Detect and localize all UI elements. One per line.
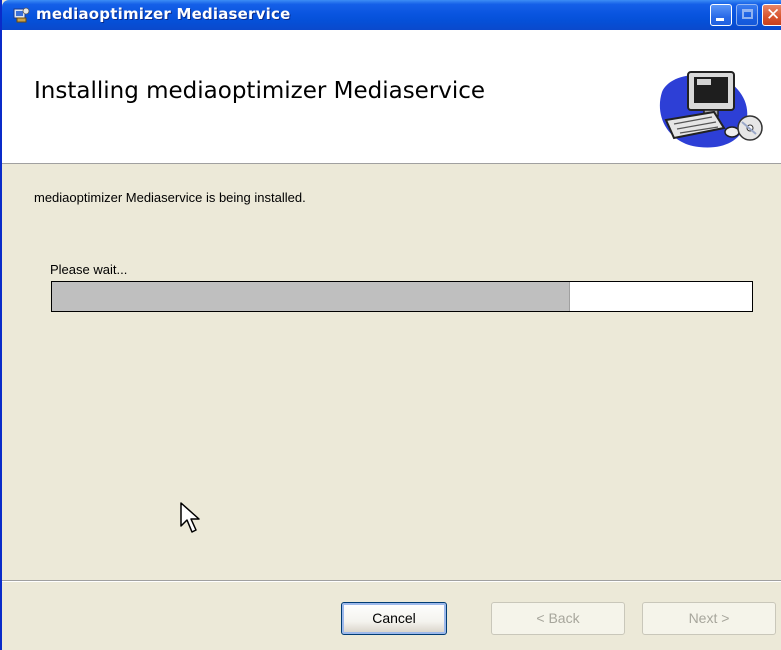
mouse-pointer-icon bbox=[180, 502, 200, 533]
please-wait-label: Please wait... bbox=[50, 262, 128, 277]
computer-installer-icon bbox=[659, 71, 763, 148]
back-button[interactable]: < Back bbox=[491, 602, 625, 635]
next-button[interactable]: Next > bbox=[642, 602, 776, 635]
footer-separator bbox=[2, 580, 781, 582]
install-status-text: mediaoptimizer Mediaservice is being ins… bbox=[34, 190, 306, 205]
install-progress-bar bbox=[51, 281, 753, 312]
page-title: Installing mediaoptimizer Mediaservice bbox=[34, 78, 486, 104]
minimize-button[interactable] bbox=[710, 4, 732, 26]
progress-fill bbox=[52, 282, 570, 311]
title-bar[interactable]: mediaoptimizer Mediaservice ✕ bbox=[2, 0, 781, 30]
minimize-icon bbox=[716, 18, 724, 21]
maximize-icon bbox=[742, 9, 753, 19]
installer-app-icon bbox=[13, 7, 30, 23]
maximize-button[interactable] bbox=[736, 4, 758, 26]
window-title: mediaoptimizer Mediaservice bbox=[36, 5, 291, 23]
header-banner: Installing mediaoptimizer Mediaservice bbox=[2, 30, 781, 164]
installer-window: mediaoptimizer Mediaservice ✕ Installing… bbox=[0, 0, 781, 650]
cancel-button[interactable]: Cancel bbox=[341, 602, 447, 635]
close-button[interactable]: ✕ bbox=[762, 4, 781, 26]
close-icon: ✕ bbox=[766, 5, 781, 25]
